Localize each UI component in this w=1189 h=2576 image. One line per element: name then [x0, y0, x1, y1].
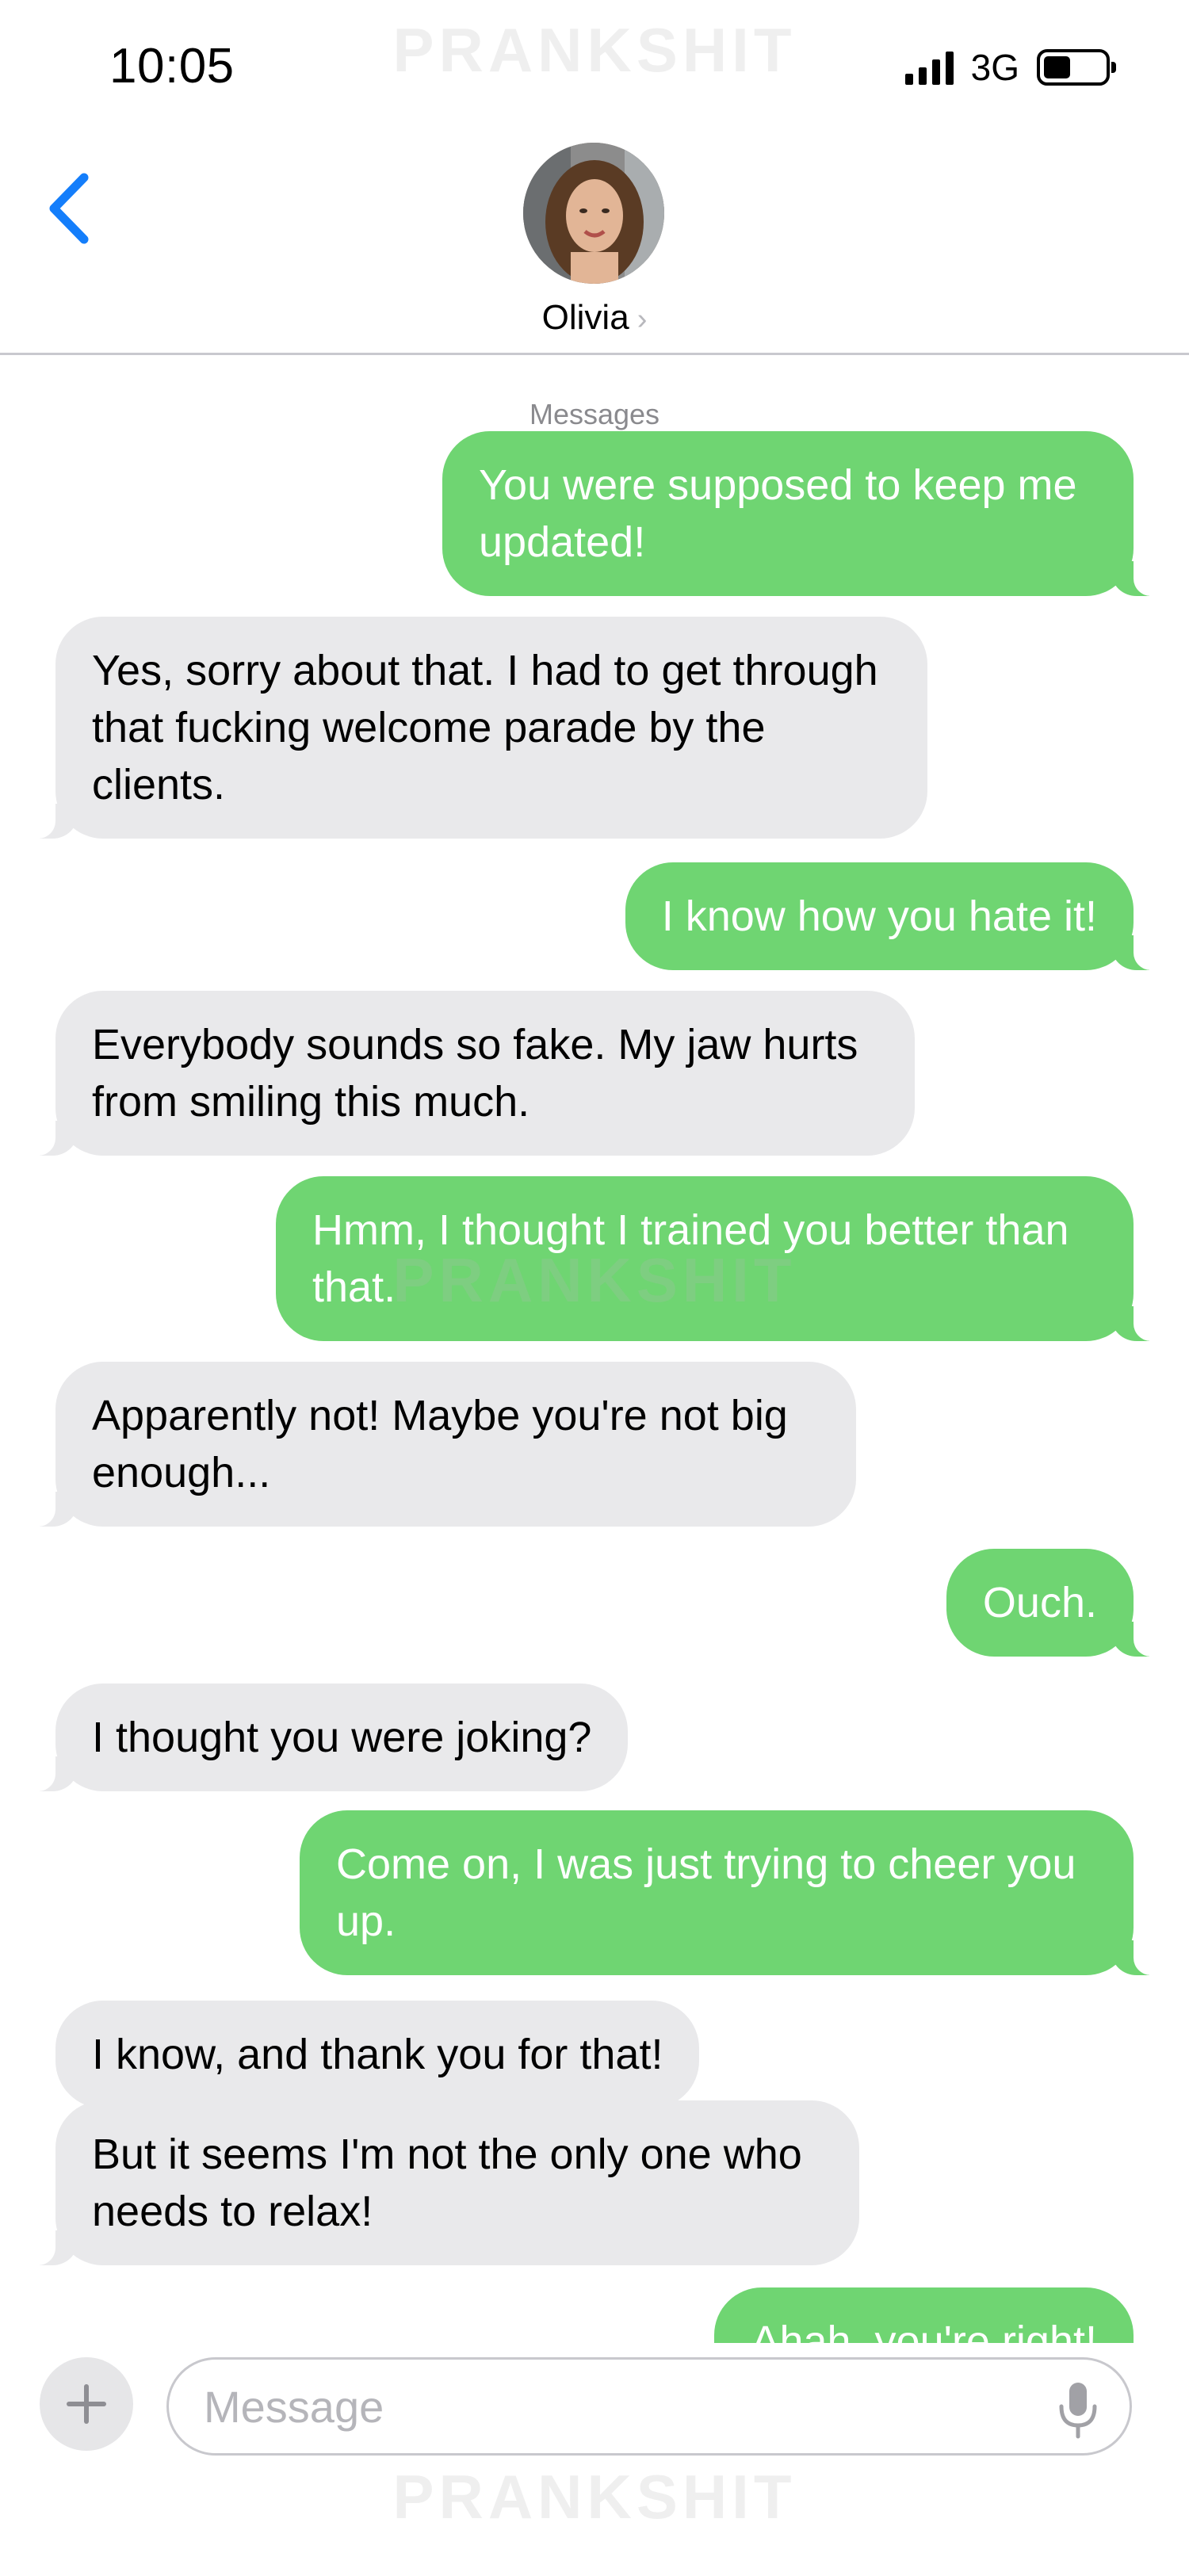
message-sent[interactable]: You were supposed to keep me updated!: [442, 431, 1164, 596]
message-sent[interactable]: Ahah, you're right!: [714, 2287, 1134, 2343]
message-text: I know, and thank you for that!: [92, 2031, 663, 2078]
status-time: 10:05: [109, 39, 235, 94]
message-text: Come on, I was just trying to cheer you …: [336, 1840, 1076, 1945]
message-text: I know how you hate it!: [661, 892, 1097, 940]
back-button[interactable]: [40, 165, 103, 252]
dictation-button[interactable]: [1046, 2378, 1110, 2441]
message-text: I thought you were joking?: [92, 1714, 592, 1761]
message-received[interactable]: But it seems I'm not the only one who ne…: [25, 2100, 859, 2265]
message-sent[interactable]: Hmm, I thought I trained you better than…: [276, 1176, 1164, 1341]
message-sent[interactable]: Ouch.: [946, 1549, 1164, 1657]
cellular-signal-icon: [904, 50, 954, 85]
message-sent[interactable]: I know how you hate it!: [625, 862, 1164, 970]
message-sent[interactable]: Come on, I was just trying to cheer you …: [300, 1810, 1164, 1975]
message-text: Ouch.: [982, 1579, 1097, 1626]
message-text: Ahah, you're right!: [751, 2318, 1097, 2343]
message-text: Everybody sounds so fake. My jaw hurts f…: [92, 1021, 858, 1126]
message-received[interactable]: Everybody sounds so fake. My jaw hurts f…: [25, 991, 915, 1156]
message-received[interactable]: Yes, sorry about that. I had to get thro…: [25, 617, 927, 839]
microphone-icon: [1059, 2383, 1097, 2439]
chevron-right-icon: ›: [637, 303, 648, 336]
message-received[interactable]: Apparently not! Maybe you're not big eno…: [25, 1362, 856, 1527]
message-list[interactable]: Messages You were supposed to keep me up…: [0, 355, 1189, 2343]
plus-button[interactable]: [40, 2357, 133, 2451]
avatar[interactable]: [523, 143, 664, 284]
battery-icon: [1037, 49, 1116, 86]
chevron-left-icon: [49, 173, 89, 244]
composer-bar: [0, 2343, 1189, 2486]
message-text: Apparently not! Maybe you're not big eno…: [92, 1392, 788, 1496]
message-text: Hmm, I thought I trained you better than…: [312, 1206, 1069, 1311]
message-input[interactable]: [166, 2357, 1132, 2456]
message-text: Yes, sorry about that. I had to get thro…: [92, 647, 878, 808]
contact-name: Olivia: [541, 298, 629, 337]
contact-name-button[interactable]: Olivia ›: [0, 298, 1189, 338]
message-text: But it seems I'm not the only one who ne…: [92, 2131, 802, 2235]
message-text: You were supposed to keep me updated!: [479, 461, 1077, 566]
status-indicators: 3G: [904, 46, 1116, 89]
network-type: 3G: [970, 47, 1019, 88]
status-bar: 10:05 PRANKSHIT 3G: [0, 0, 1189, 135]
service-label: Messages: [529, 398, 660, 430]
message-received[interactable]: I know, and thank you for that!: [55, 2001, 700, 2108]
conversation-header: Olivia ›: [0, 135, 1189, 355]
message-received[interactable]: I thought you were joking?: [25, 1684, 629, 1791]
